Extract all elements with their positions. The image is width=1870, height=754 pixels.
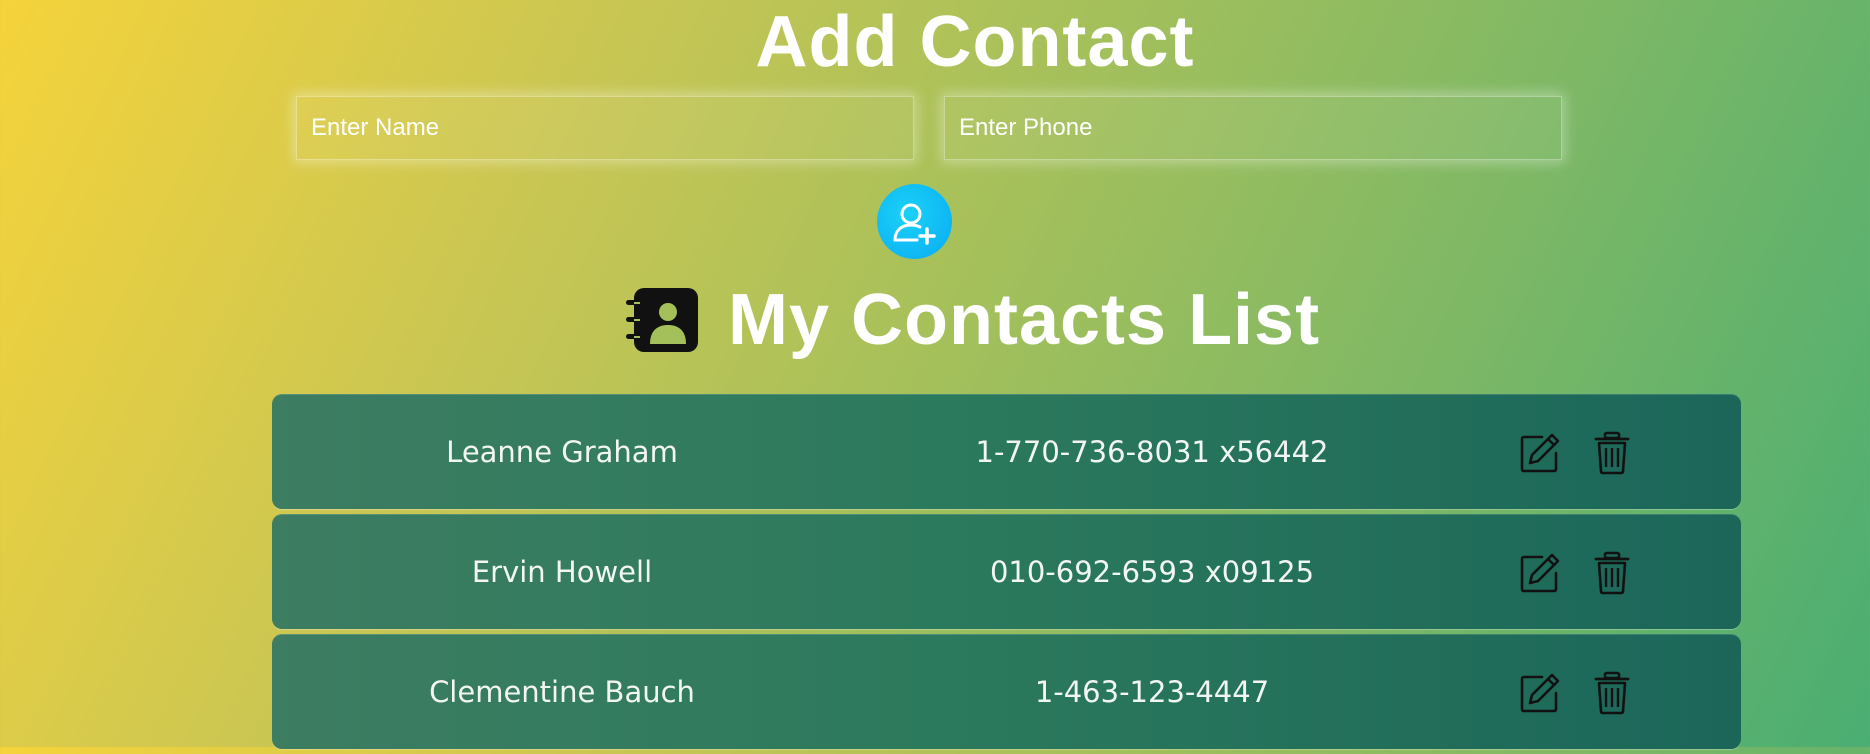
person-add-icon <box>893 203 936 245</box>
contact-name: Ervin Howell <box>471 555 653 589</box>
contact-row: Clementine Bauch 1-463-123-4447 <box>272 634 1741 749</box>
contact-book-icon <box>626 288 698 352</box>
contacts-list-title: My Contacts List <box>728 280 1321 360</box>
trash-icon[interactable] <box>1590 551 1634 595</box>
contact-row: Leanne Graham 1-770-736-8031 x56442 <box>272 394 1741 509</box>
contact-name: Leanne Graham <box>446 435 678 469</box>
trash-icon[interactable] <box>1590 431 1634 475</box>
name-input[interactable] <box>296 96 914 160</box>
contacts-list-header: My Contacts List <box>0 280 1870 360</box>
add-contact-button[interactable] <box>877 184 952 259</box>
contact-phone: 1-463-123-4447 <box>1034 675 1270 709</box>
edit-icon[interactable] <box>1518 551 1562 595</box>
trash-icon[interactable] <box>1590 671 1634 715</box>
contact-name: Clementine Bauch <box>429 675 695 709</box>
contacts-list: Leanne Graham 1-770-736-8031 x56442 Ervi… <box>272 394 1741 754</box>
contact-phone: 010-692-6593 x09125 <box>989 555 1315 589</box>
phone-input[interactable] <box>944 96 1562 160</box>
edit-icon[interactable] <box>1518 431 1562 475</box>
contact-phone: 1-770-736-8031 x56442 <box>975 435 1329 469</box>
add-contact-title: Add Contact <box>755 2 1195 82</box>
edit-icon[interactable] <box>1518 671 1562 715</box>
contact-row: Ervin Howell 010-692-6593 x09125 <box>272 514 1741 629</box>
